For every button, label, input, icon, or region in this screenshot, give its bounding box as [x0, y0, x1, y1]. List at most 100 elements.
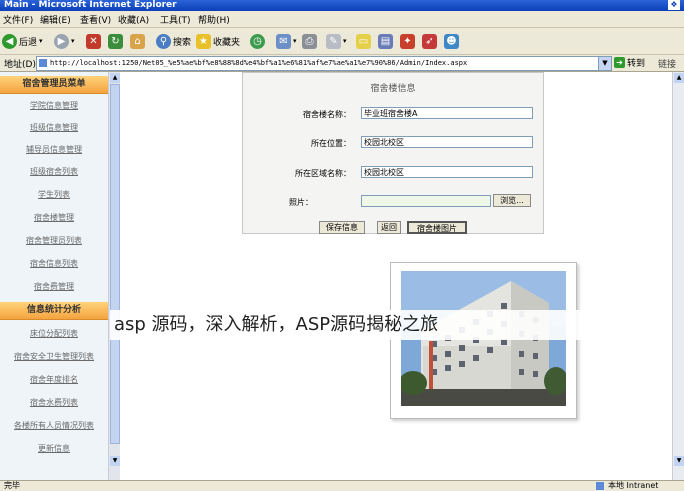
messenger-button[interactable]: ✦	[400, 32, 415, 50]
search-button[interactable]: ⚲ 搜索	[156, 32, 191, 50]
sidebar-item-update[interactable]: 更新信息	[0, 439, 108, 459]
save-button[interactable]: 保存信息	[319, 221, 365, 234]
sidebar-item-dorm-admins[interactable]: 宿舍管理员列表	[0, 231, 108, 251]
sidebar-item-bed-allocation[interactable]: 床位分配列表	[0, 324, 108, 344]
research-icon: ▤	[378, 33, 393, 49]
address-input[interactable]: http://localhost:1250/Net05_%e5%ae%bf%e8…	[36, 56, 612, 71]
chevron-down-icon: ▾	[71, 37, 75, 45]
refresh-icon: ↻	[108, 33, 123, 49]
browse-button[interactable]: 浏览...	[493, 194, 531, 207]
status-bar: 完毕 本地 Intranet	[0, 480, 684, 491]
sidebar-item-building-people[interactable]: 各楼所有人员情况列表	[0, 416, 108, 436]
print-button[interactable]: ⎙	[302, 32, 317, 50]
sidebar-section-dorm-admin: 宿舍管理员菜单	[0, 76, 108, 94]
building-photo	[390, 262, 577, 419]
forward-button[interactable]: ▶ ▾	[54, 32, 75, 50]
overlay-caption: asp 源码，深入解析，ASP源码揭秘之旅	[110, 310, 584, 340]
edit-icon: ✎	[326, 33, 341, 49]
sidebar-item-counselor[interactable]: 辅导员信息管理	[0, 140, 108, 160]
sidebar-item-class[interactable]: 班级信息管理	[0, 118, 108, 138]
photo-view-button[interactable]: 宿舍楼图片	[407, 221, 467, 234]
address-dropdown-icon[interactable]: ▼	[598, 56, 612, 71]
photo-file-input[interactable]	[361, 195, 491, 207]
page-scrollbar[interactable]: ▲ ▼	[672, 72, 684, 480]
people-icon: ☻	[444, 33, 459, 49]
menu-bar: 文件(F) 编辑(E) 查看(V) 收藏(A) 工具(T) 帮助(H)	[0, 11, 684, 28]
chevron-down-icon: ▾	[293, 37, 297, 45]
search-label: 搜索	[173, 37, 192, 48]
window-titlebar: Main - Microsoft Internet Explorer ❖	[0, 0, 684, 11]
history-icon: ◷	[250, 33, 265, 49]
sidebar-scroll-thumb[interactable]	[110, 84, 120, 444]
area-input[interactable]: 校园北校区	[361, 166, 533, 178]
scroll-down-icon[interactable]: ▼	[110, 456, 120, 466]
menu-file[interactable]: 文件(F)	[3, 13, 33, 26]
sidebar-menu: 宿舍管理员菜单 学院信息管理 班级信息管理 辅导员信息管理 班级宿舍列表 学生列…	[0, 72, 108, 480]
back-button-form[interactable]: 返回	[377, 221, 401, 234]
sidebar-item-college[interactable]: 学院信息管理	[0, 96, 108, 116]
chevron-down-icon: ▾	[343, 37, 347, 45]
back-arrow-icon: ◀	[2, 33, 17, 49]
menu-favorites[interactable]: 收藏(A)	[118, 13, 149, 26]
people-button[interactable]: ☻	[444, 32, 459, 50]
sidebar-item-students[interactable]: 学生列表	[0, 185, 108, 205]
building-name-input[interactable]: 毕业班宿舍楼A	[361, 107, 533, 119]
location-label: 所在位置：	[311, 139, 351, 148]
back-label: 后退	[19, 37, 38, 48]
window-title: Main - Microsoft Internet Explorer	[4, 0, 177, 10]
building-form: 宿舍楼信息 宿舍楼名称： 毕业班宿舍楼A 所在位置： 校园北校区 所在区域名称：…	[242, 72, 544, 234]
menu-tools[interactable]: 工具(T)	[160, 13, 191, 26]
bird-icon: ➶	[422, 33, 437, 49]
page-content: 宿舍管理员菜单 学院信息管理 班级信息管理 辅导员信息管理 班级宿舍列表 学生列…	[0, 72, 684, 480]
sidebar-item-annual-ranking[interactable]: 宿舍年度排名	[0, 370, 108, 390]
go-arrow-icon: ➔	[614, 57, 625, 68]
scroll-up-icon[interactable]: ▲	[674, 73, 684, 83]
location-input[interactable]: 校园北校区	[361, 136, 533, 148]
menu-edit[interactable]: 编辑(E)	[40, 13, 71, 26]
sidebar-item-class-dorm[interactable]: 班级宿舍列表	[0, 162, 108, 182]
scroll-up-icon[interactable]: ▲	[110, 73, 120, 83]
main-frame: 宿舍楼信息 宿舍楼名称： 毕业班宿舍楼A 所在位置： 校园北校区 所在区域名称：…	[120, 72, 672, 480]
links-button[interactable]: 链接	[658, 57, 676, 70]
menu-help[interactable]: 帮助(H)	[198, 13, 230, 26]
refresh-button[interactable]: ↻	[108, 32, 123, 50]
print-icon: ⎙	[302, 33, 317, 49]
stop-button[interactable]: ✕	[86, 32, 101, 50]
search-icon: ⚲	[156, 33, 171, 49]
go-label: 转到	[627, 59, 646, 69]
favorites-button[interactable]: ★ 收藏夹	[196, 32, 240, 50]
note-icon: ▭	[356, 33, 371, 49]
photo-label: 照片：	[289, 198, 313, 207]
sidebar-section-statistics: 信息统计分析	[0, 302, 108, 320]
area-label: 所在区域名称：	[295, 169, 351, 178]
sidebar-item-dorm-info[interactable]: 宿舍信息列表	[0, 254, 108, 274]
menu-view[interactable]: 查看(V)	[80, 13, 111, 26]
favorites-label: 收藏夹	[213, 37, 241, 48]
page-icon	[39, 59, 47, 67]
star-icon: ★	[196, 33, 211, 49]
mail-icon: ✉	[276, 33, 291, 49]
research-button[interactable]: ▤	[378, 32, 393, 50]
home-button[interactable]: ⌂	[130, 32, 145, 50]
chevron-down-icon: ▾	[39, 37, 43, 45]
windows-logo-icon: ❖	[668, 0, 680, 10]
sidebar-item-water-fee[interactable]: 宿舍水费列表	[0, 393, 108, 413]
building-name-label: 宿舍楼名称：	[303, 110, 351, 119]
sidebar-item-buildings[interactable]: 宿舍楼管理	[0, 208, 108, 228]
sidebar-item-safety-hygiene[interactable]: 宿舍安全卫生管理列表	[0, 347, 108, 367]
go-button[interactable]: ➔ 转到	[614, 56, 645, 69]
form-title: 宿舍楼信息	[370, 84, 416, 94]
mail-button[interactable]: ✉ ▾	[276, 32, 297, 50]
address-label: 地址(D)	[4, 60, 36, 70]
discuss-button[interactable]: ▭	[356, 32, 371, 50]
address-url: http://localhost:1250/Net05_%e5%ae%bf%e8…	[50, 59, 468, 67]
sidebar-item-dorm-fee[interactable]: 宿舍费管理	[0, 277, 108, 297]
toolbar: ◀ 后退 ▾ ▶ ▾ ✕ ↻ ⌂ ⚲ 搜索 ★ 收藏夹 ◷ ✉ ▾ ⎙ ✎ ▾ …	[0, 28, 684, 55]
history-button[interactable]: ◷	[250, 32, 265, 50]
tool-icon: ✦	[400, 33, 415, 49]
bird-button[interactable]: ➶	[422, 32, 437, 50]
back-button[interactable]: ◀ 后退 ▾	[2, 32, 43, 50]
scroll-down-icon[interactable]: ▼	[674, 456, 684, 466]
edit-button[interactable]: ✎ ▾	[326, 32, 347, 50]
address-bar: 地址(D) http://localhost:1250/Net05_%e5%ae…	[0, 55, 684, 72]
